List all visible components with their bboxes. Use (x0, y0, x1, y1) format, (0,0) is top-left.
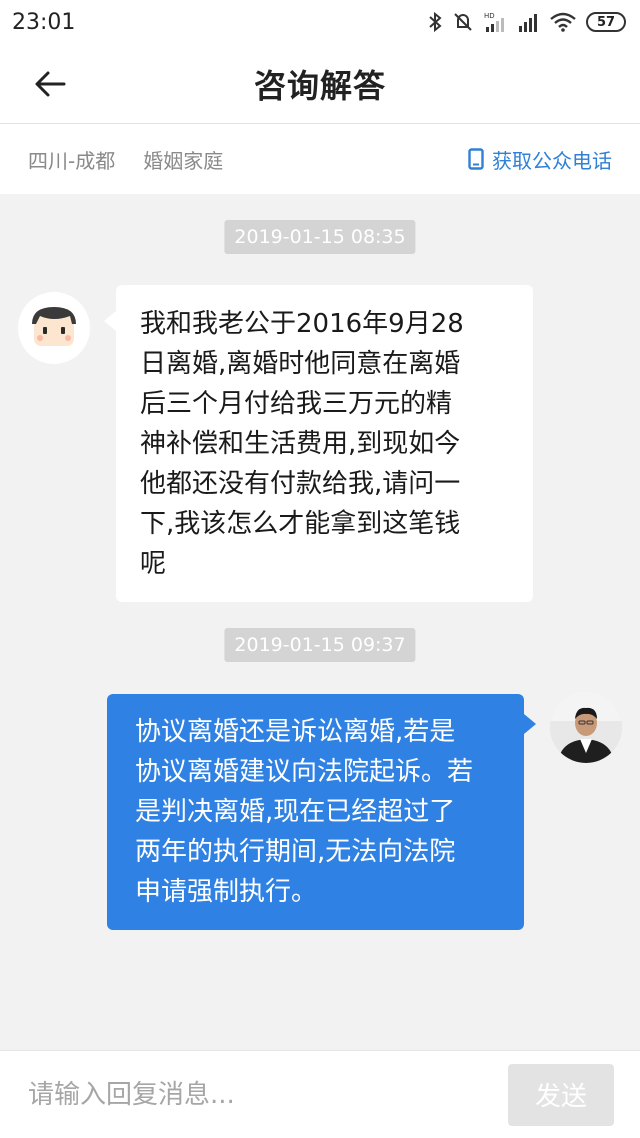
wifi-icon (550, 12, 576, 32)
message-line: 协议离婚建议向法院起诉。若 (135, 757, 474, 787)
status-icons: HD 57 (428, 11, 626, 33)
user-question-bubble[interactable]: 我和我老公于2016年9月28 日离婚,离婚时他同意在离婚 后三个月付给我三万元… (104, 285, 533, 602)
chat-area[interactable]: 2019-01-15 08:35 我和我老公于2016年9月28 日离婚,离婚时… (0, 194, 640, 1050)
cartoon-avatar-icon (18, 292, 90, 364)
send-button[interactable]: 发送 (508, 1063, 614, 1126)
user-avatar[interactable] (18, 292, 90, 364)
message-timestamp: 2019-01-15 09:37 (224, 628, 416, 662)
status-time: 23:01 (12, 9, 76, 35)
back-arrow-icon (35, 71, 66, 97)
reply-bar: 发送 (0, 1050, 640, 1138)
lawyer-answer-bubble[interactable]: 协议离婚还是诉讼离婚,若是 协议离婚建议向法院起诉。若 是判决离婚,现在已经超过… (107, 694, 536, 930)
info-bar: 四川-成都 婚姻家庭 获取公众电话 (0, 124, 640, 194)
svg-text:HD: HD (484, 12, 495, 20)
message-line: 两年的执行期间,无法向法院 (135, 837, 456, 867)
message-line: 申请强制执行。 (135, 877, 318, 907)
phone-icon (468, 148, 484, 170)
lawyer-avatar[interactable] (550, 691, 622, 763)
message-line: 协议离婚还是诉讼离婚,若是 (135, 717, 456, 747)
message-line: 下,我该怎么才能拿到这笔钱 (140, 509, 461, 539)
page-title: 咨询解答 (253, 66, 386, 105)
message-line: 他都还没有付款给我,请问一 (140, 469, 461, 499)
get-phone-label: 获取公众电话 (492, 148, 612, 173)
bluetooth-icon (429, 11, 442, 33)
signal-icon (519, 14, 537, 32)
message-line: 神补偿和生活费用,到现如今 (140, 429, 461, 459)
battery-icon: 57 (586, 12, 626, 32)
message-line: 日离婚,离婚时他同意在离婚 (140, 349, 461, 379)
message-line: 我和我老公于2016年9月28 (140, 309, 464, 339)
message-line: 呢 (140, 549, 167, 579)
region-label: 四川-成都 (28, 148, 116, 173)
back-button[interactable] (30, 64, 70, 104)
app-header: 咨询解答 (0, 44, 640, 124)
message-timestamp: 2019-01-15 08:35 (224, 220, 416, 254)
get-phone-button[interactable]: 获取公众电话 (468, 145, 612, 174)
message-line: 后三个月付给我三万元的精 (140, 389, 453, 419)
hd-signal-icon: HD (484, 12, 504, 32)
category-label: 婚姻家庭 (143, 148, 224, 173)
reply-input[interactable] (28, 1064, 508, 1125)
mute-icon (454, 13, 472, 31)
lawyer-photo-icon (550, 691, 622, 763)
status-bar: 23:01 HD 57 (0, 0, 640, 44)
message-line: 是判决离婚,现在已经超过了 (135, 797, 456, 827)
